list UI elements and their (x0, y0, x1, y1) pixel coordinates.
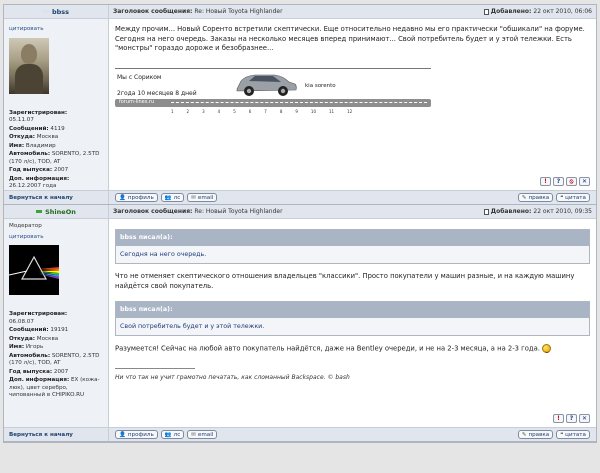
quote-text: Свой потребитель будет и у этой тележки. (116, 317, 589, 335)
post-body: Модератор цитировать Зарегистрирован: 06.… (4, 219, 596, 428)
email-button[interactable]: ✉ email (187, 193, 218, 202)
email-button[interactable]: ✉ email (187, 430, 218, 439)
post-subject-bar: Заголовок сообщения: Re: Новый Toyota Hi… (109, 205, 596, 218)
post-actions: ! ? ✕ (553, 414, 590, 423)
quote-author: bbss писал(а): (116, 302, 589, 318)
signature-banner[interactable]: Мы с Сориком 2года 10 месяцев 8 дней kia… (115, 67, 431, 114)
back-to-top-link[interactable]: Вернуться к началу (9, 432, 73, 438)
user-icon: 👤 (119, 431, 126, 438)
quote-icon: ❝ (560, 431, 564, 438)
page: bbss Заголовок сообщения: Re: Новый Toyo… (0, 0, 600, 473)
users-icon: 👥 (164, 431, 172, 438)
pm-button[interactable]: 👥 лс (160, 430, 185, 439)
post-header: bbss Заголовок сообщения: Re: Новый Toyo… (4, 5, 596, 19)
user-icon: 👤 (119, 194, 126, 201)
quote-button[interactable]: ❝ цитата (556, 193, 590, 202)
cite-link[interactable]: цитировать (9, 234, 103, 242)
quote-button[interactable]: ❝ цитата (556, 430, 590, 439)
author-info: Зарегистрирован: 05.11.07 Сообщений: 4119… (9, 109, 100, 190)
delete-icon[interactable]: ✕ (579, 414, 590, 423)
author-profile: цитировать Зарегистрирован: 05.11.07 Сооб… (4, 19, 109, 190)
signature-divider (115, 368, 195, 369)
signature-ruler: forum-lines.ru (115, 98, 431, 107)
post-subject-bar: Заголовок сообщения: Re: Новый Toyota Hi… (109, 5, 596, 18)
post-date: Добавлено: 22 окт 2010, 06:06 (483, 8, 592, 15)
profile-button[interactable]: 👤 профиль (115, 193, 158, 202)
quote-author: bbss писал(а): (116, 230, 589, 246)
forum-topic-table: bbss Заголовок сообщения: Re: Новый Toyo… (3, 4, 597, 443)
quote-icon: ❝ (560, 194, 564, 201)
post-body: цитировать Зарегистрирован: 05.11.07 Сооб… (4, 19, 596, 191)
back-to-top-link[interactable]: Вернуться к началу (9, 195, 73, 201)
quote-block: bbss писал(а): Свой потребитель будет и … (115, 301, 590, 336)
author-name[interactable]: bbss (52, 8, 69, 16)
post-author: ShineOn (4, 205, 109, 218)
post-footer: Вернуться к началу 👤 профиль 👥 лс ✉ email ✎… (4, 191, 596, 205)
signature-site: forum-lines.ru (119, 98, 155, 105)
post-link-icon[interactable] (483, 8, 489, 15)
quote-text: Сегодня на него очередь. (116, 245, 589, 263)
post-footer: Вернуться к началу 👤 профиль 👥 лс ✉ email ✎… (4, 428, 596, 442)
prism-icon (9, 255, 59, 280)
post-date: Добавлено: 22 окт 2010, 09:35 (483, 208, 592, 215)
post-text: Разумеется! Сейчас на любой авто покупат… (115, 344, 590, 354)
signature-text: Ни что так не учит грамотно печатать, ка… (115, 374, 350, 381)
post-subject: Заголовок сообщения: Re: Новый Toyota Hi… (113, 208, 283, 215)
info-icon[interactable]: ? (566, 414, 577, 423)
avatar (9, 245, 59, 295)
quote-block: bbss писал(а): Сегодня на него очередь. (115, 229, 590, 264)
signature-model: kia sorento (305, 82, 336, 89)
post-content: Между прочим... Новый Соренто встретили … (109, 19, 596, 190)
report-icon[interactable]: ! (553, 414, 564, 423)
online-status-icon (36, 210, 43, 213)
post-link-icon[interactable] (483, 208, 489, 215)
info-icon[interactable]: ? (553, 177, 564, 186)
post-header: ShineOn Заголовок сообщения: Re: Новый T… (4, 205, 596, 219)
post-text: Между прочим... Новый Соренто встретили … (115, 25, 585, 52)
envelope-icon: ✉ (191, 194, 196, 201)
ruler-numbers: 1 2 3 4 5 6 7 8 9 10 11 12 (171, 108, 353, 114)
report-icon[interactable]: ! (540, 177, 551, 186)
pm-button[interactable]: 👥 лс (160, 193, 185, 202)
cite-link[interactable]: цитировать (9, 26, 103, 34)
pencil-icon: ✎ (521, 431, 527, 438)
post-text: Что не отменяет скептического отношения … (115, 272, 575, 290)
author-profile: Модератор цитировать Зарегистрирован: 06.… (4, 219, 109, 427)
post-content: bbss писал(а): Сегодня на него очередь. … (109, 219, 596, 427)
car-icon (236, 74, 297, 96)
envelope-icon: ✉ (191, 431, 196, 438)
delete-icon[interactable]: ✕ (579, 177, 590, 186)
signature-duration: 2года 10 месяцев 8 дней (117, 89, 197, 97)
profile-button[interactable]: 👤 профиль (115, 430, 158, 439)
users-icon: 👥 (164, 194, 172, 201)
ruler-ticks (171, 102, 427, 103)
smile-icon (541, 344, 551, 353)
author-name[interactable]: ShineOn (45, 208, 76, 216)
pencil-icon: ✎ (521, 194, 527, 201)
post-subject: Заголовок сообщения: Re: Новый Toyota Hi… (113, 8, 283, 15)
edit-button[interactable]: ✎ правка (517, 193, 554, 202)
warn-icon[interactable]: ⦸ (566, 177, 577, 186)
post-actions: ! ? ⦸ ✕ (540, 177, 590, 186)
edit-button[interactable]: ✎ правка (517, 430, 554, 439)
avatar (9, 37, 49, 94)
author-info: Зарегистрирован: 06.08.07 Сообщений: 1919… (9, 311, 100, 398)
author-rank: Модератор (9, 223, 42, 229)
online-status-icon (42, 10, 49, 13)
signature-line: Мы с Сориком (117, 73, 162, 81)
post-author: bbss (4, 5, 109, 18)
